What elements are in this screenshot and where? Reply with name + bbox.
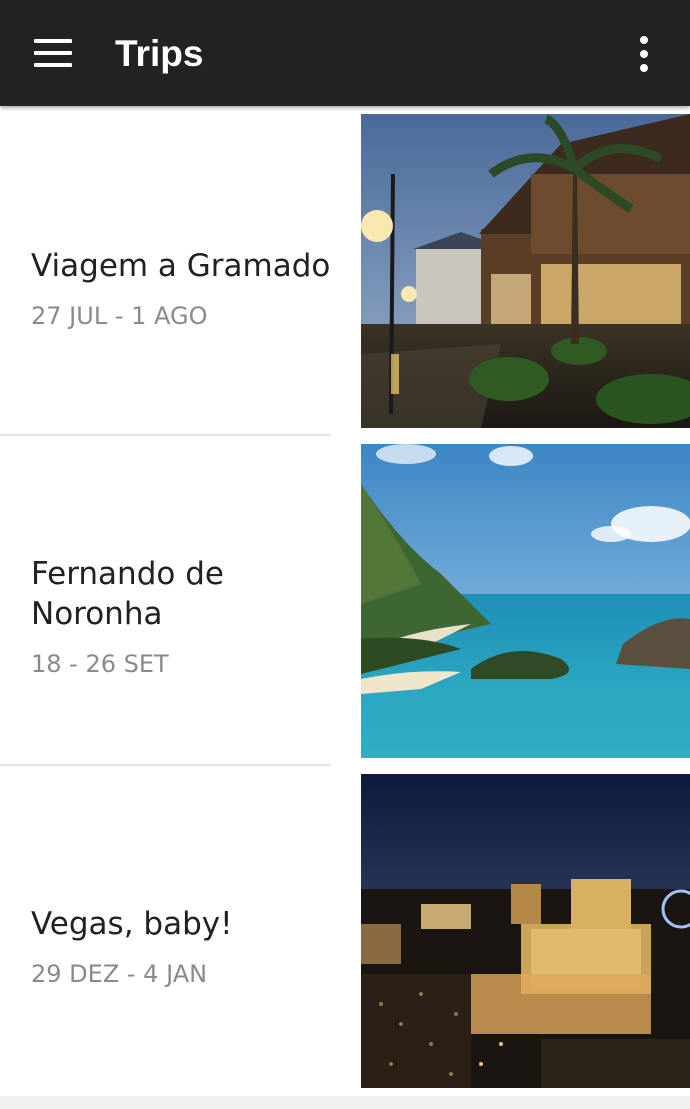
trip-dates: 18 - 26 SET [31, 650, 169, 678]
app-bar: Trips [0, 0, 690, 106]
trip-dates: 27 JUL - 1 AGO [31, 302, 208, 330]
trip-card-gramado[interactable]: Viagem a Gramado 27 JUL - 1 AGO [0, 106, 690, 436]
trip-card-text: Fernando de Noronha 18 - 26 SET [31, 554, 331, 680]
page-title: Trips [115, 33, 204, 74]
hamburger-menu-icon[interactable] [34, 39, 72, 67]
trip-card-vegas[interactable]: Vegas, baby! 29 DEZ - 4 JAN [0, 766, 690, 1096]
trip-list: Viagem a Gramado 27 JUL - 1 AGO Fernando… [0, 106, 690, 1096]
trip-photo-gramado [361, 114, 690, 428]
trip-dates: 29 DEZ - 4 JAN [31, 960, 208, 988]
trip-photo-vegas [361, 774, 690, 1088]
trip-photo-noronha [361, 444, 690, 758]
trip-card-text: Vegas, baby! 29 DEZ - 4 JAN [31, 904, 331, 990]
trip-name: Fernando de Noronha [31, 556, 224, 632]
trip-name: Vegas, baby! [31, 906, 233, 942]
more-vertical-icon[interactable] [634, 36, 654, 72]
trip-card-noronha[interactable]: Fernando de Noronha 18 - 26 SET [0, 436, 690, 766]
bottom-edge [0, 1096, 690, 1109]
trip-name: Viagem a Gramado [31, 248, 331, 284]
trip-card-text: Viagem a Gramado 27 JUL - 1 AGO [31, 246, 331, 332]
